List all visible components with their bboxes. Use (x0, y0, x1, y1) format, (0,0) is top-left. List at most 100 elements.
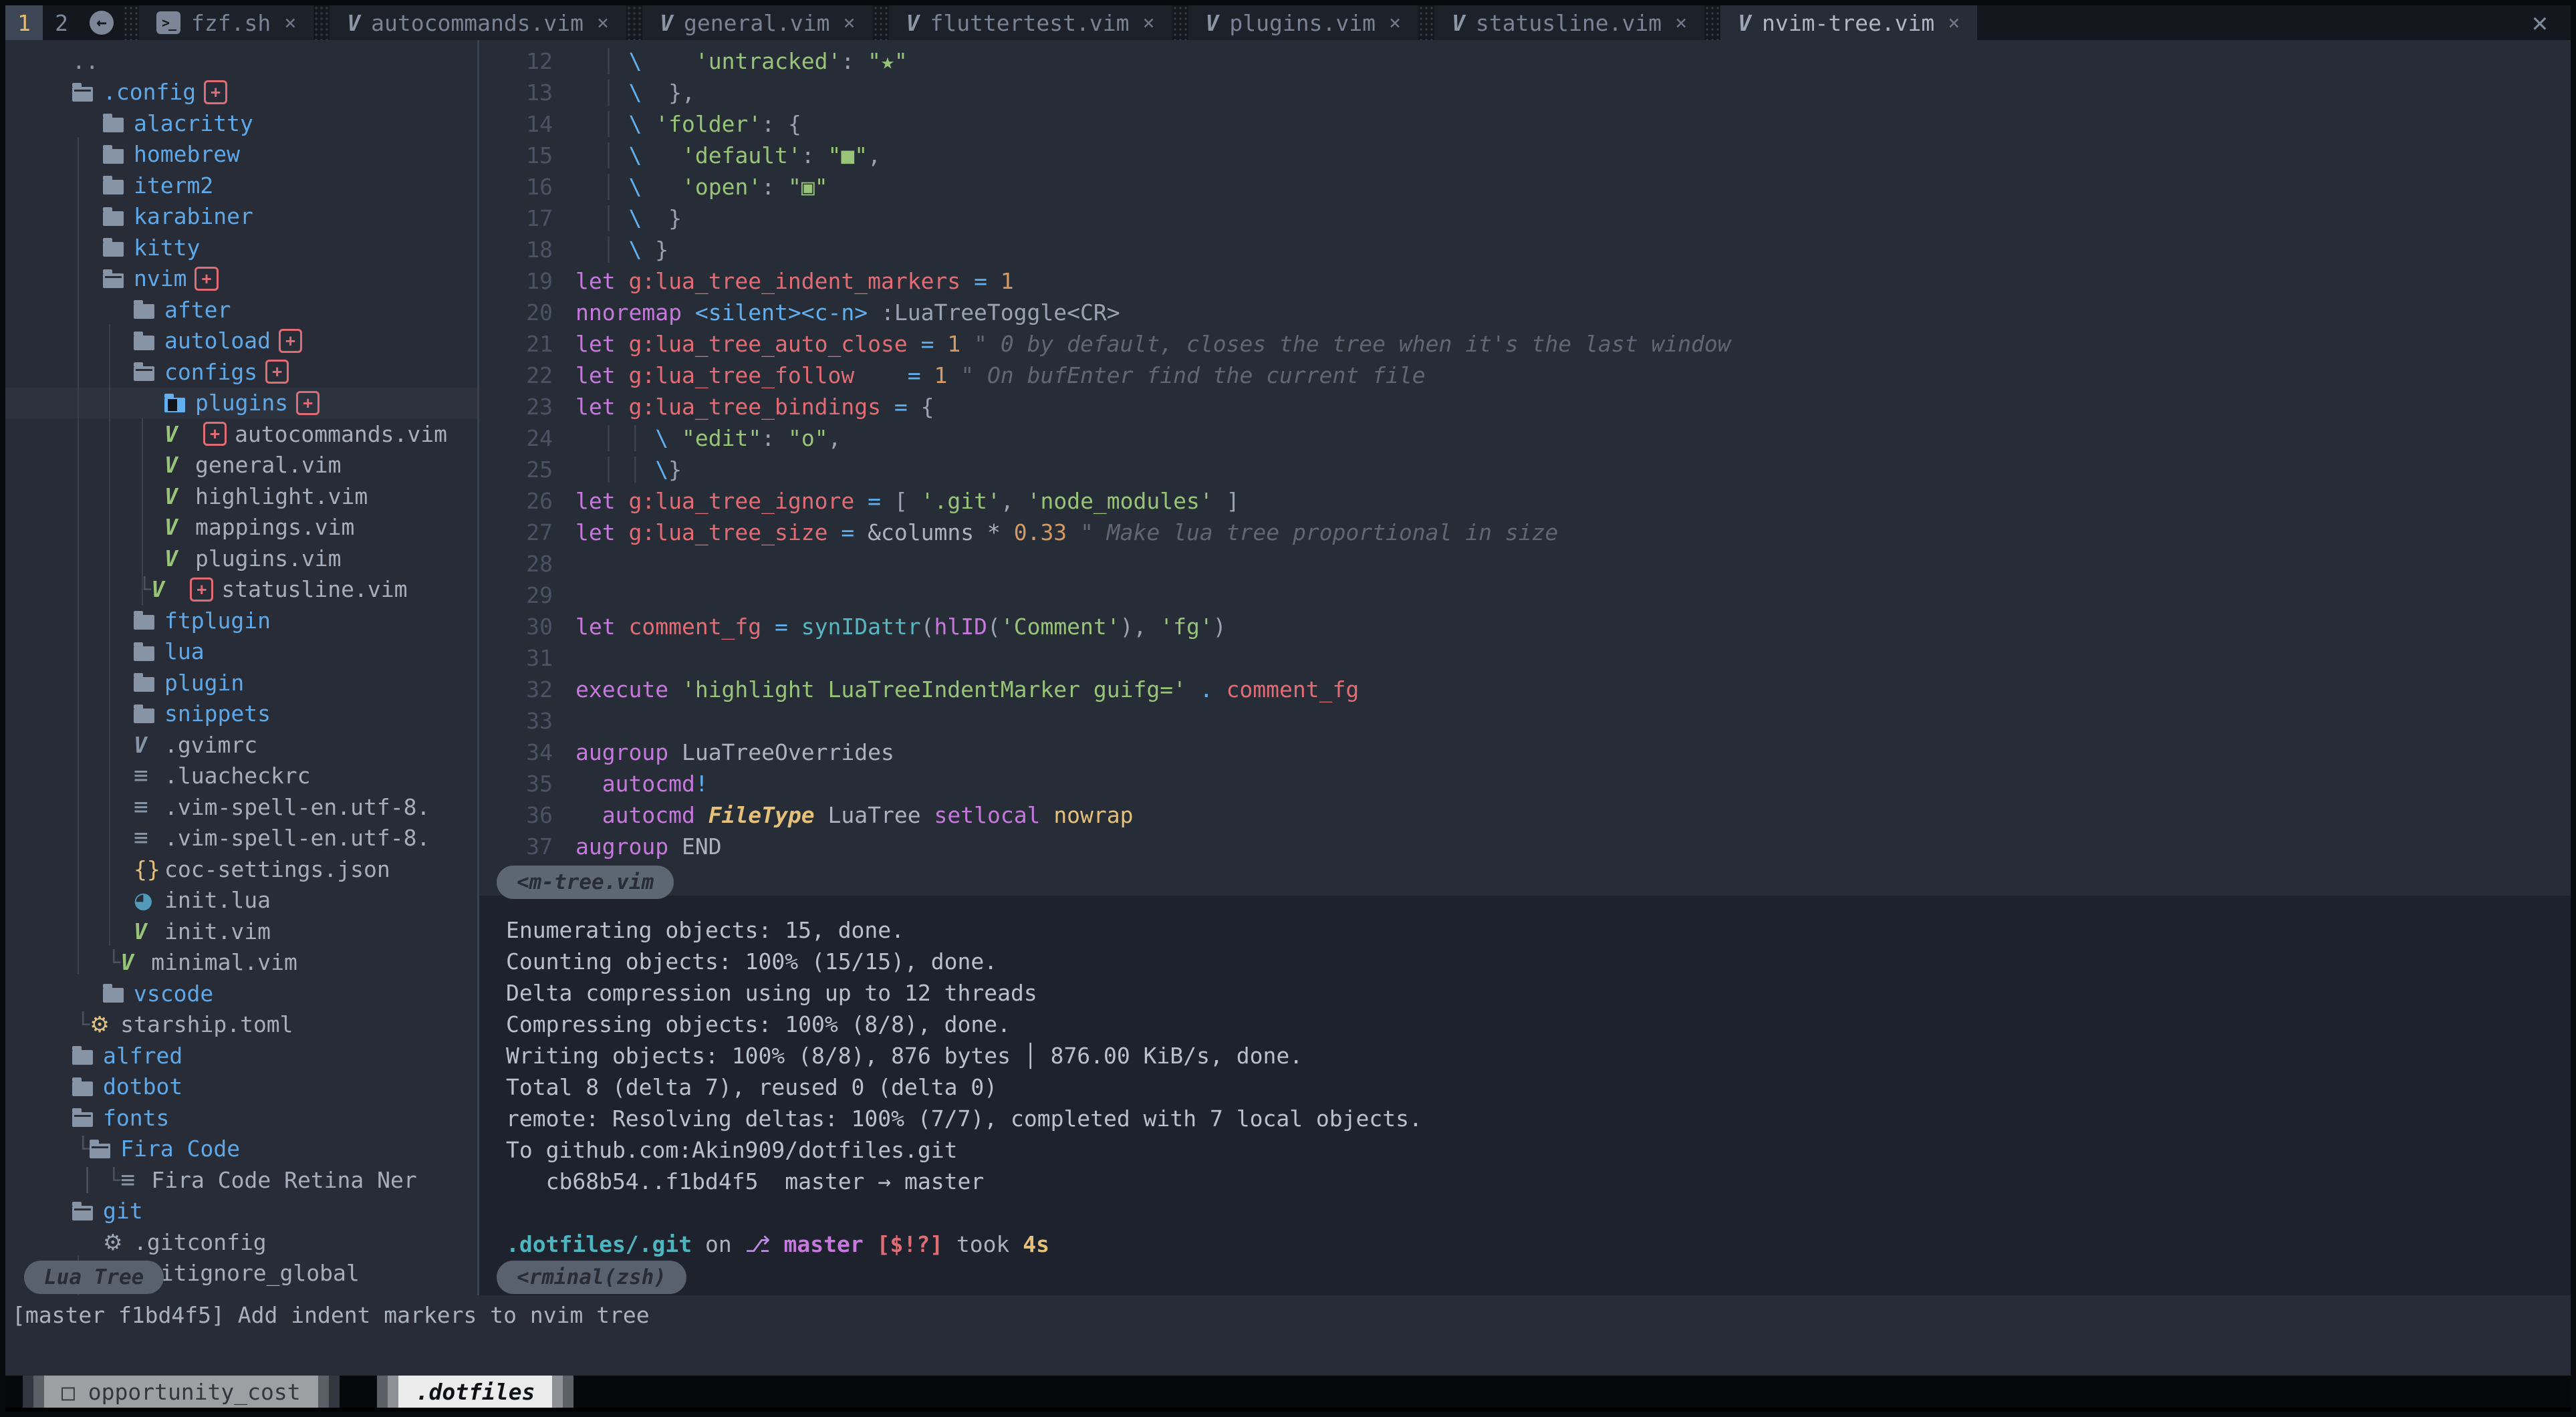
code-line-33[interactable]: 33 (479, 708, 2571, 739)
code-line-31[interactable]: 31 (479, 645, 2571, 676)
code-line-19[interactable]: 19let g:lua_tree_indent_markers = 1 (479, 268, 2571, 299)
tab-close-icon[interactable]: × (597, 11, 609, 35)
tree-item-highlight.vim[interactable]: Vhighlight.vim (5, 481, 477, 512)
tree-item-.vim-spell-en.utf-8.[interactable]: ≡.vim-spell-en.utf-8. (5, 823, 477, 854)
tree-item-mappings.vim[interactable]: Vmappings.vim (5, 512, 477, 543)
code-line-22[interactable]: 22let g:lua_tree_follow = 1 " On bufEnte… (479, 362, 2571, 394)
tree-item-starship.toml[interactable]: └ ⚙starship.toml (5, 1009, 477, 1041)
code-line-24[interactable]: 24 │ │ \ "edit": "o", (479, 425, 2571, 457)
code-line-27[interactable]: 27let g:lua_tree_size = &columns * 0.33 … (479, 519, 2571, 551)
tree-item-vscode[interactable]: vscode (5, 978, 477, 1009)
tree-item-git[interactable]: git (5, 1196, 477, 1227)
file-tree-panel[interactable]: ...config+alacrittyhomebrewiterm2karabin… (5, 40, 477, 1295)
code-line-25[interactable]: 25 │ │ \} (479, 457, 2571, 488)
tree-item-autoload[interactable]: autoload+ (5, 326, 477, 357)
tree-item-.gvimrc[interactable]: V.gvimrc (5, 729, 477, 761)
code-line-29[interactable]: 29 (479, 582, 2571, 614)
tab-bar-spacer (1977, 5, 2509, 40)
tree-item-homebrew[interactable]: homebrew (5, 139, 477, 170)
editor-pane[interactable]: 12 │ \ 'untracked': "★"13 │ \ },14 │ \ '… (479, 40, 2571, 904)
tree-item-after[interactable]: after (5, 294, 477, 326)
tab-nvim-tree.vim[interactable]: Vnvim-tree.vim× (1720, 5, 1977, 40)
tree-item-label: after (164, 297, 231, 323)
tree-item-plugins[interactable]: plugins+ (5, 388, 477, 419)
tree-item-lua[interactable]: lua (5, 636, 477, 668)
tab-general.vim[interactable]: Vgeneral.vim× (642, 5, 872, 40)
code-line-14[interactable]: 14 │ \ 'folder': { (479, 111, 2571, 142)
close-all-icon[interactable]: ✕ (2509, 5, 2571, 40)
tree-item-init.lua[interactable]: ◕init.lua (5, 885, 477, 916)
code-line-17[interactable]: 17 │ \ } (479, 205, 2571, 237)
tree-item-plugins.vim[interactable]: Vplugins.vim (5, 543, 477, 574)
vim-icon: V (1452, 10, 1465, 36)
code-line-13[interactable]: 13 │ \ }, (479, 80, 2571, 111)
tree-item-label: mappings.vim (195, 514, 354, 540)
code-line-21[interactable]: 21let g:lua_tree_auto_close = 1 " 0 by d… (479, 331, 2571, 362)
tree-item-Fira-Code-Retina-Ner[interactable]: │ └ ≡Fira Code Retina Ner (5, 1164, 477, 1196)
tab-plugins.vim[interactable]: Vplugins.vim× (1188, 5, 1418, 40)
tab-close-icon[interactable]: × (1142, 11, 1154, 35)
tree-item-.vim-spell-en.utf-8.[interactable]: ≡.vim-spell-en.utf-8. (5, 791, 477, 823)
tab-close-icon[interactable]: × (844, 11, 856, 35)
code-line-15[interactable]: 15 │ \ 'default': "■", (479, 142, 2571, 174)
code-line-20[interactable]: 20nnoremap <silent><c-n> :LuaTreeToggle<… (479, 299, 2571, 331)
tab-close-icon[interactable]: × (284, 11, 296, 35)
tree-item-snippets[interactable]: snippets (5, 698, 477, 730)
code-line-23[interactable]: 23let g:lua_tree_bindings = { (479, 394, 2571, 425)
tmux-window-1[interactable]: □ opportunity_cost (23, 1376, 340, 1408)
tab-close-icon[interactable]: × (1948, 11, 1960, 35)
tab-number-2[interactable]: 2 (43, 5, 80, 40)
tree-item-statusline.vim[interactable]: └ V+statusline.vim (5, 574, 477, 606)
tree-item-fonts[interactable]: fonts (5, 1102, 477, 1134)
tree-item-minimal.vim[interactable]: └ Vminimal.vim (5, 947, 477, 979)
tree-item-plugin[interactable]: plugin (5, 667, 477, 698)
tab-close-icon[interactable]: × (1389, 11, 1401, 35)
tree-item-.luacheckrc[interactable]: ≡.luacheckrc (5, 761, 477, 792)
code-line-26[interactable]: 26let g:lua_tree_ignore = [ '.git', 'nod… (479, 488, 2571, 519)
tree-item-alfred[interactable]: alfred (5, 1040, 477, 1071)
tree-item-general.vim[interactable]: Vgeneral.vim (5, 450, 477, 481)
tab-number-1[interactable]: 1 (5, 5, 43, 40)
tree-item-.gitconfig[interactable]: ⚙.gitconfig (5, 1227, 477, 1258)
tree-item-kitty[interactable]: kitty (5, 232, 477, 263)
back-icon[interactable]: ← (90, 11, 114, 35)
tree-item-label: .vim-spell-en.utf-8. (164, 825, 430, 851)
tree-item-configs[interactable]: configs+ (5, 356, 477, 388)
tab-fluttertest.vim[interactable]: Vfluttertest.vim× (889, 5, 1172, 40)
tree-item-karabiner[interactable]: karabiner (5, 201, 477, 233)
tmux-window-2[interactable]: .dotfiles (377, 1376, 574, 1408)
line-number: 24 (479, 425, 575, 457)
folder-icon (134, 300, 164, 319)
tree-item-dotbot[interactable]: dotbot (5, 1071, 477, 1103)
tab-fzf.sh[interactable]: >_fzf.sh× (139, 5, 313, 40)
code-line-12[interactable]: 12 │ \ 'untracked': "★" (479, 48, 2571, 80)
code-line-34[interactable]: 34augroup LuaTreeOverrides (479, 739, 2571, 771)
tree-item-autocommands.vim[interactable]: V+autocommands.vim (5, 418, 477, 450)
tab-autocommands.vim[interactable]: Vautocommands.vim× (330, 5, 626, 40)
tmux-status-bar: □ opportunity_cost .dotfiles (5, 1376, 2571, 1408)
tab-close-icon[interactable]: × (1675, 11, 1687, 35)
tree-item-Fira-Code[interactable]: └ Fira Code (5, 1134, 477, 1165)
prompt-cursor-line[interactable]: ❯ (479, 1263, 2571, 1294)
tree-item-alacritty[interactable]: alacritty (5, 108, 477, 139)
code-line-35[interactable]: 35 autocmd! (479, 771, 2571, 802)
code-line-18[interactable]: 18 │ \ } (479, 237, 2571, 268)
tree-item-..[interactable]: .. (5, 45, 477, 77)
tree-item-ftplugin[interactable]: ftplugin (5, 605, 477, 636)
code-line-37[interactable]: 37augroup END (479, 833, 2571, 865)
tree-item-.config[interactable]: .config+ (5, 77, 477, 108)
terminal-pane[interactable]: Enumerating objects: 15, done.Counting o… (479, 896, 2571, 1317)
code-text: let g:lua_tree_auto_close = 1 " 0 by def… (575, 331, 1731, 362)
tab-statusline.vim[interactable]: Vstatusline.vim× (1434, 5, 1704, 40)
code-line-36[interactable]: 36 autocmd FileType LuaTree setlocal now… (479, 802, 2571, 833)
code-line-28[interactable]: 28 (479, 551, 2571, 582)
code-line-32[interactable]: 32execute 'highlight LuaTreeIndentMarker… (479, 676, 2571, 708)
code-text: let g:lua_tree_bindings = { (575, 394, 934, 425)
tree-item-iterm2[interactable]: iterm2 (5, 170, 477, 201)
tree-item-nvim[interactable]: nvim+ (5, 263, 477, 295)
tree-item-coc-settings.json[interactable]: {}coc-settings.json (5, 854, 477, 885)
folder-open-icon (72, 83, 103, 102)
tree-item-init.vim[interactable]: Vinit.vim (5, 916, 477, 947)
code-line-16[interactable]: 16 │ \ 'open': "▣" (479, 174, 2571, 205)
code-line-30[interactable]: 30let comment_fg = synIDattr(hlID('Comme… (479, 614, 2571, 645)
